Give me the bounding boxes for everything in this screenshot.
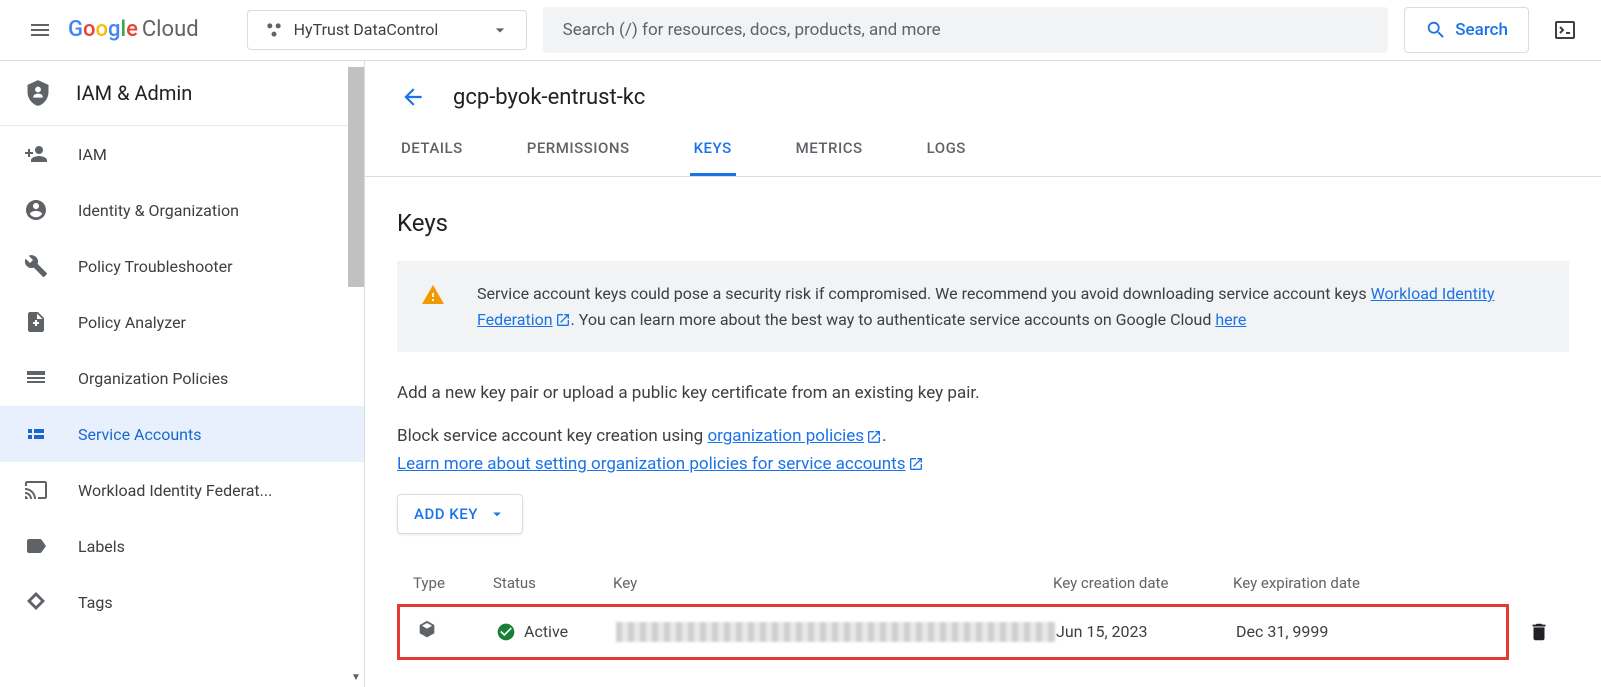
table-row: Active Jun 15, 2023 Dec 31, 9999 bbox=[397, 604, 1509, 660]
project-name: HyTrust DataControl bbox=[294, 20, 439, 39]
hamburger-menu-button[interactable] bbox=[16, 6, 64, 54]
tab-details[interactable]: DETAILS bbox=[397, 123, 467, 176]
sidebar-item-organization-policies[interactable]: Organization Policies bbox=[0, 350, 364, 406]
sidebar-item-tags[interactable]: Tags bbox=[0, 574, 364, 630]
page-title: gcp-byok-entrust-kc bbox=[453, 85, 645, 110]
tab-metrics[interactable]: METRICS bbox=[792, 123, 867, 176]
nav-label: IAM bbox=[78, 145, 107, 164]
nav-label: Labels bbox=[78, 537, 125, 556]
sidebar-section-header: IAM & Admin bbox=[0, 61, 364, 126]
terminal-icon bbox=[1553, 18, 1577, 42]
col-created: Key creation date bbox=[1053, 574, 1233, 592]
person-add-icon bbox=[24, 142, 48, 166]
nav-label: Tags bbox=[78, 593, 113, 612]
cell-created: Jun 15, 2023 bbox=[1056, 622, 1236, 641]
col-expires: Key expiration date bbox=[1233, 574, 1413, 592]
arrow-back-icon bbox=[400, 84, 426, 110]
cell-key bbox=[616, 622, 1056, 642]
nav-label: Policy Troubleshooter bbox=[78, 257, 233, 276]
trash-icon bbox=[1528, 621, 1550, 643]
table-header: Type Status Key Key creation date Key ex… bbox=[397, 562, 1569, 604]
nav-label: Organization Policies bbox=[78, 369, 228, 388]
block-key-text: Block service account key creation using… bbox=[397, 423, 1569, 477]
keys-table: Type Status Key Key creation date Key ex… bbox=[397, 562, 1569, 660]
add-key-label: ADD KEY bbox=[414, 505, 478, 523]
main-content: gcp-byok-entrust-kc DETAILS PERMISSIONS … bbox=[365, 61, 1601, 687]
tab-bar: DETAILS PERMISSIONS KEYS METRICS LOGS bbox=[365, 123, 1601, 177]
tag-icon bbox=[24, 590, 48, 614]
tab-keys[interactable]: KEYS bbox=[690, 123, 736, 176]
document-search-icon bbox=[24, 310, 48, 334]
warning-text: Service account keys could pose a securi… bbox=[477, 281, 1545, 332]
label-icon bbox=[24, 534, 48, 558]
sidebar: ▲ IAM & Admin IAM Identity & Organizatio… bbox=[0, 61, 365, 687]
add-key-button[interactable]: ADD KEY bbox=[397, 494, 523, 534]
description-text: Add a new key pair or upload a public ke… bbox=[397, 380, 1569, 407]
search-input[interactable]: Search (/) for resources, docs, products… bbox=[543, 7, 1389, 53]
sidebar-item-iam[interactable]: IAM bbox=[0, 126, 364, 182]
shield-icon bbox=[24, 79, 52, 107]
search-placeholder: Search (/) for resources, docs, products… bbox=[563, 20, 941, 40]
check-circle-icon bbox=[496, 622, 516, 642]
cell-status: Active bbox=[496, 622, 616, 642]
scroll-down-arrow[interactable]: ▼ bbox=[348, 669, 364, 685]
project-picker[interactable]: HyTrust DataControl bbox=[247, 10, 527, 50]
cell-expires: Dec 31, 9999 bbox=[1236, 622, 1416, 641]
col-status: Status bbox=[493, 574, 613, 592]
chevron-down-icon bbox=[490, 20, 510, 40]
google-cloud-logo[interactable]: Google Cloud bbox=[68, 17, 199, 42]
sidebar-item-identity-organization[interactable]: Identity & Organization bbox=[0, 182, 364, 238]
delete-key-button[interactable] bbox=[1509, 604, 1569, 660]
sidebar-item-service-accounts[interactable]: Service Accounts bbox=[0, 406, 364, 462]
list-icon bbox=[24, 366, 48, 390]
nav-label: Identity & Organization bbox=[78, 201, 239, 220]
sidebar-scrollbar[interactable] bbox=[348, 67, 364, 287]
menu-icon bbox=[28, 18, 52, 42]
search-button-label: Search bbox=[1455, 20, 1508, 40]
open-in-new-icon bbox=[866, 429, 882, 445]
link-here[interactable]: here bbox=[1215, 310, 1246, 329]
project-icon bbox=[264, 20, 284, 40]
wrench-icon bbox=[24, 254, 48, 278]
logo-cloud-text: Cloud bbox=[142, 17, 199, 42]
link-learn-more-org-policies[interactable]: Learn more about setting organization po… bbox=[397, 454, 924, 474]
tab-permissions[interactable]: PERMISSIONS bbox=[523, 123, 634, 176]
sidebar-item-policy-analyzer[interactable]: Policy Analyzer bbox=[0, 294, 364, 350]
cell-type bbox=[416, 619, 496, 645]
service-account-icon bbox=[24, 422, 48, 446]
back-button[interactable] bbox=[397, 81, 429, 113]
warning-icon bbox=[421, 283, 445, 307]
top-bar: Google Cloud HyTrust DataControl Search … bbox=[0, 0, 1601, 60]
open-in-new-icon bbox=[908, 456, 924, 472]
col-type: Type bbox=[413, 574, 493, 592]
sidebar-section-title: IAM & Admin bbox=[76, 81, 192, 105]
sidebar-item-workload-identity-federation[interactable]: Workload Identity Federat... bbox=[0, 462, 364, 518]
federation-icon bbox=[24, 478, 48, 502]
sidebar-item-labels[interactable]: Labels bbox=[0, 518, 364, 574]
cloud-shell-button[interactable] bbox=[1545, 10, 1585, 50]
chevron-down-icon bbox=[488, 505, 506, 523]
warning-banner: Service account keys could pose a securi… bbox=[397, 261, 1569, 352]
open-in-new-icon bbox=[555, 312, 571, 328]
account-circle-icon bbox=[24, 198, 48, 222]
search-button[interactable]: Search bbox=[1404, 7, 1529, 53]
key-value-redacted bbox=[616, 622, 1056, 642]
nav-label: Workload Identity Federat... bbox=[78, 481, 272, 500]
nav-label: Policy Analyzer bbox=[78, 313, 186, 332]
nav-label: Service Accounts bbox=[78, 425, 201, 444]
col-key: Key bbox=[613, 574, 1053, 592]
sidebar-item-policy-troubleshooter[interactable]: Policy Troubleshooter bbox=[0, 238, 364, 294]
link-organization-policies[interactable]: organization policies bbox=[707, 426, 882, 446]
section-heading: Keys bbox=[397, 209, 1569, 237]
search-icon bbox=[1425, 19, 1447, 41]
tab-logs[interactable]: LOGS bbox=[923, 123, 970, 176]
key-type-icon bbox=[416, 619, 438, 641]
